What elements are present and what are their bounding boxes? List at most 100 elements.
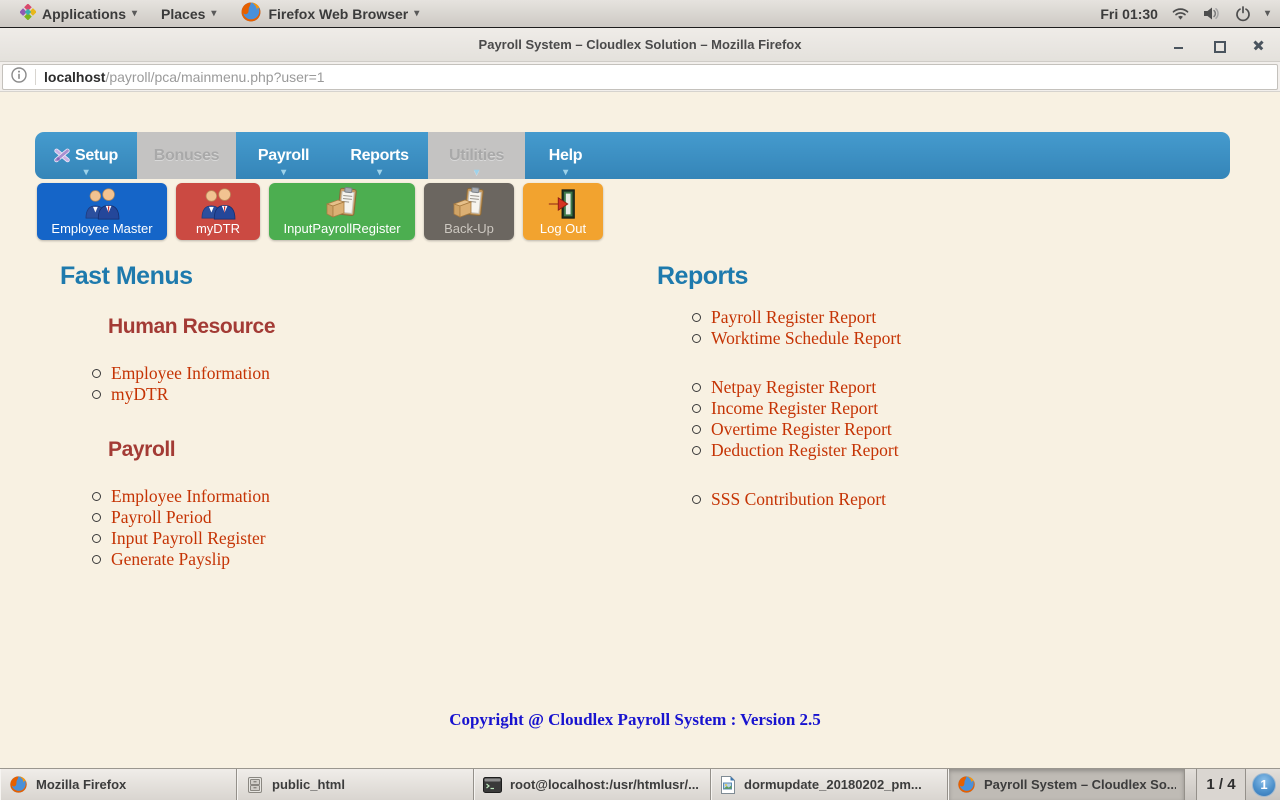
task-button-label: public_html <box>272 777 345 792</box>
task-button-public-html[interactable]: public_html <box>237 769 474 800</box>
fast-menus-section-human-resource: Human ResourceEmployee InformationmyDTR <box>108 315 480 404</box>
tab-bonuses: Bonuses <box>137 132 236 179</box>
distro-logo-icon <box>20 4 36 23</box>
tab-utilities: Utilities▾ <box>428 132 525 179</box>
info-icon[interactable] <box>11 67 27 88</box>
tools-icon <box>54 148 70 163</box>
quick-buttons: Employee Master myDTR InputPayrollRegister… <box>37 183 603 240</box>
log-out-button[interactable]: Log Out <box>523 183 603 240</box>
chevron-down-icon: ▾ <box>563 168 568 178</box>
url-path: /payroll/pca/mainmenu.php?user=1 <box>105 69 324 85</box>
people-icon <box>83 186 121 221</box>
tab-setup[interactable]: Setup▾ <box>35 132 137 179</box>
clock[interactable]: Fri 01:30 <box>1100 6 1158 22</box>
tab-label: Reports <box>350 147 408 165</box>
url-bar[interactable]: localhost/payroll/pca/mainmenu.php?user=… <box>2 64 1278 90</box>
desktop: Applications ▾ Places ▾ Firefox Web Brow… <box>0 0 1280 800</box>
firefox-appmenu[interactable]: Firefox Web Browser ▾ <box>230 0 429 27</box>
file-manager-icon <box>246 776 264 794</box>
tab-label: Setup <box>75 147 118 165</box>
report-link-group: Payroll Register ReportWorktime Schedule… <box>692 307 1117 348</box>
quick-button-label: Log Out <box>540 221 586 236</box>
report-link[interactable]: Deduction Register Report <box>692 440 1117 460</box>
tab-help[interactable]: Help ▾ <box>525 132 606 179</box>
menu-link[interactable]: Employee Information <box>92 363 480 383</box>
firefox-icon <box>9 775 28 794</box>
fast-menus-sections: Human ResourceEmployee InformationmyDTR P… <box>60 315 480 569</box>
wifi-icon[interactable] <box>1172 6 1189 21</box>
chevron-down-icon[interactable]: ▾ <box>1265 8 1270 19</box>
power-icon[interactable] <box>1235 6 1251 22</box>
reports-column: Reports Payroll Register ReportWorktime … <box>657 262 1117 538</box>
firefox-menu-label: Firefox Web Browser <box>268 6 408 22</box>
volume-icon[interactable] <box>1203 6 1221 21</box>
menu-link[interactable]: Employee Information <box>92 486 480 506</box>
url-text[interactable]: localhost/payroll/pca/mainmenu.php?user=… <box>44 69 325 85</box>
quick-button-label: myDTR <box>196 221 240 236</box>
notification-badge[interactable]: 1 <box>1252 773 1276 797</box>
mydtr-button[interactable]: myDTR <box>176 183 260 240</box>
quick-button-label: InputPayrollRegister <box>283 221 400 236</box>
task-button-label: Payroll System – Cloudlex So... <box>984 777 1176 792</box>
task-items: Mozilla Firefox public_html root@localhost… <box>0 769 1185 800</box>
report-link[interactable]: Overtime Register Report <box>692 419 1117 439</box>
reports-title: Reports <box>657 262 1117 291</box>
tab-label: Help <box>549 147 582 165</box>
places-menu[interactable]: Places ▾ <box>151 0 226 27</box>
fast-menus-column: Fast Menus Human ResourceEmployee Inform… <box>60 262 480 603</box>
document-icon <box>720 776 736 794</box>
back-up-button: Back-Up <box>424 183 514 240</box>
tab-payroll[interactable]: Payroll▾ <box>236 132 331 179</box>
chevron-down-icon: ▾ <box>211 8 216 19</box>
applications-label: Applications <box>42 6 126 22</box>
window-controls <box>1172 28 1266 62</box>
menu-link[interactable]: Payroll Period <box>92 507 480 527</box>
copyright-text: Copyright @ Cloudlex Payroll System : Ve… <box>0 710 1270 730</box>
report-link[interactable]: Payroll Register Report <box>692 307 1117 327</box>
workspace-pager[interactable]: 1 / 4 <box>1196 769 1246 800</box>
menu-link[interactable]: Input Payroll Register <box>92 528 480 548</box>
task-button-label: dormupdate_20180202_pm... <box>744 777 922 792</box>
people-icon <box>199 186 237 221</box>
tab-label: Utilities <box>449 147 504 165</box>
chevron-down-icon: ▾ <box>281 168 286 178</box>
firefox-icon <box>957 775 976 794</box>
report-link[interactable]: SSS Contribution Report <box>692 489 1117 509</box>
task-button-mozilla-firefox[interactable]: Mozilla Firefox <box>0 769 237 800</box>
report-link[interactable]: Income Register Report <box>692 398 1117 418</box>
top-panel: Applications ▾ Places ▾ Firefox Web Brow… <box>0 0 1280 28</box>
firefox-icon <box>240 1 262 26</box>
window-titlebar: Payroll System – Cloudlex Solution – Moz… <box>0 28 1280 62</box>
report-link[interactable]: Worktime Schedule Report <box>692 328 1117 348</box>
browser-toolbar: localhost/payroll/pca/mainmenu.php?user=… <box>0 62 1280 92</box>
applications-menu[interactable]: Applications ▾ <box>10 0 147 27</box>
quick-button-label: Back-Up <box>444 221 494 236</box>
minimize-button[interactable] <box>1172 38 1186 52</box>
window-title: Payroll System – Cloudlex Solution – Moz… <box>0 37 1280 52</box>
menu-link[interactable]: myDTR <box>92 384 480 404</box>
terminal-icon <box>483 777 502 793</box>
inputpayrollregister-button[interactable]: InputPayrollRegister <box>269 183 415 240</box>
link-list: Employee InformationmyDTR <box>92 363 480 404</box>
employee-master-button[interactable]: Employee Master <box>37 183 167 240</box>
fast-menus-section-payroll: PayrollEmployee InformationPayroll Perio… <box>108 438 480 569</box>
fast-menus-title: Fast Menus <box>60 262 480 291</box>
main-navbar: Setup▾BonusesPayroll▾Reports▾Utilities▾H… <box>35 132 1230 179</box>
chevron-down-icon: ▾ <box>377 168 382 178</box>
logout-icon <box>546 186 580 221</box>
url-host: localhost <box>44 69 105 85</box>
task-button-dormupdate-20180202-pm-[interactable]: dormupdate_20180202_pm... <box>711 769 948 800</box>
report-link-group: SSS Contribution Report <box>692 489 1117 509</box>
task-button-payroll-system-cloudlex-so-[interactable]: Payroll System – Cloudlex So... <box>948 769 1185 800</box>
maximize-button[interactable] <box>1212 38 1226 52</box>
panel-left: Applications ▾ Places ▾ Firefox Web Brow… <box>10 0 429 27</box>
menu-link[interactable]: Generate Payslip <box>92 549 480 569</box>
report-link-group: Netpay Register ReportIncome Register Re… <box>692 377 1117 460</box>
report-link[interactable]: Netpay Register Report <box>692 377 1117 397</box>
close-button[interactable] <box>1252 38 1266 52</box>
tab-label: Bonuses <box>154 147 219 165</box>
task-button-root-localhost-usr-htmlusr-[interactable]: root@localhost:/usr/htmlusr/... <box>474 769 711 800</box>
reports-groups: Payroll Register ReportWorktime Schedule… <box>657 307 1117 509</box>
tab-reports[interactable]: Reports ▾ <box>331 132 428 179</box>
task-button-label: root@localhost:/usr/htmlusr/... <box>510 777 699 792</box>
